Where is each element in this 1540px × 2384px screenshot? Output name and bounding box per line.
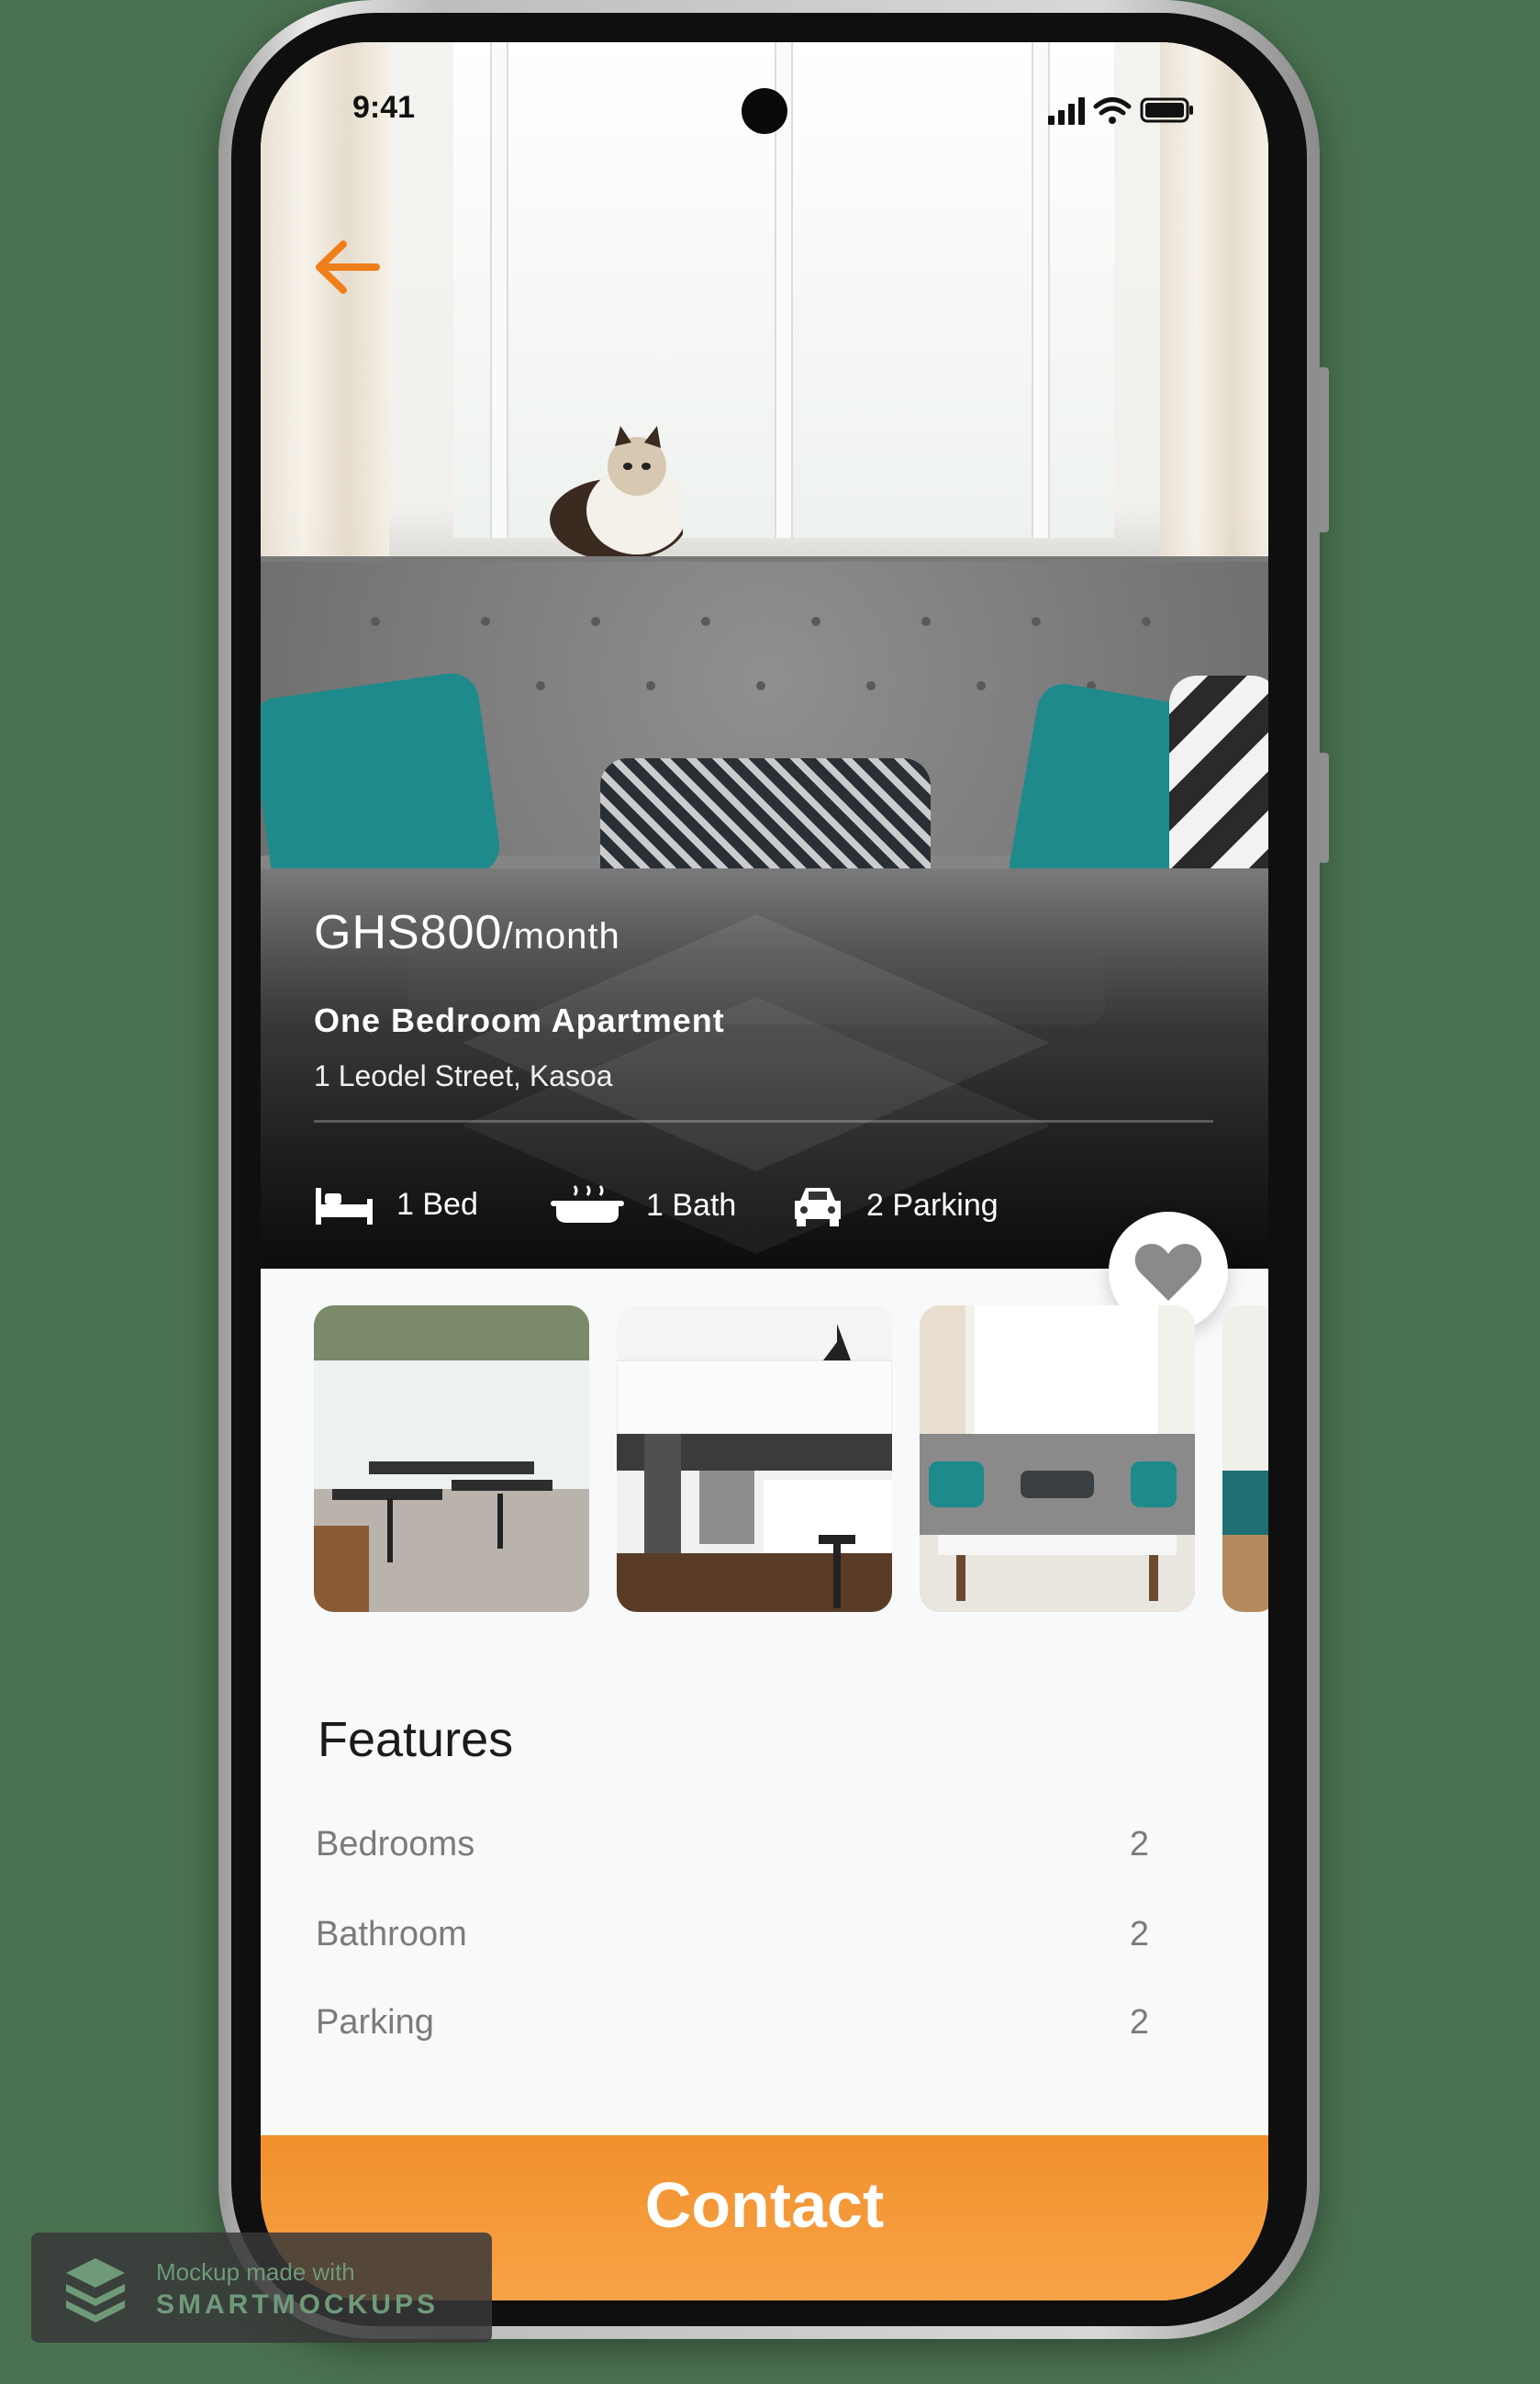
thumbnail-living-room-partial[interactable] (1222, 1305, 1268, 1612)
layers-logo-icon (66, 2258, 125, 2322)
listing-title: One Bedroom Apartment (314, 1002, 725, 1039)
back-arrow-icon[interactable] (307, 226, 389, 308)
cat-image (550, 426, 683, 556)
feature-label: Bathroom (316, 1915, 467, 1953)
bed-icon (316, 1188, 373, 1225)
amenity-parking: 2 Parking (791, 1182, 999, 1228)
feature-row-parking: Parking 2 (314, 2003, 1149, 2058)
battery-icon (1140, 97, 1193, 123)
badge-line2: SMARTMOCKUPS (156, 2289, 439, 2320)
signal-icon (1048, 97, 1085, 125)
status-bar: 9:41 (261, 42, 1268, 134)
feature-row-bedrooms: Bedrooms 2 (314, 1825, 1149, 1880)
thumbnail-kitchen[interactable] (617, 1305, 892, 1612)
front-camera (742, 88, 787, 134)
feature-row-bathroom: Bathroom 2 (314, 1915, 1149, 1970)
car-icon (795, 1188, 841, 1226)
thumbnail-dining-room[interactable] (314, 1305, 589, 1612)
divider (314, 1120, 1213, 1123)
feature-label: Bedrooms (316, 1825, 475, 1864)
feature-value: 2 (1129, 1825, 1149, 1864)
amenity-label: 2 Parking (866, 1187, 999, 1223)
price-amount: GHS800 (314, 906, 503, 959)
bathtub-icon (551, 1185, 624, 1223)
thumbnail-living-room[interactable] (920, 1305, 1195, 1612)
pillow-teal-left (261, 669, 504, 902)
app-screen: 9:41 GHS800/month One Bedroom Apartment … (261, 42, 1268, 2300)
listing-price: GHS800/month (314, 905, 620, 960)
volume-button (1318, 367, 1329, 532)
amenity-label: 1 Bath (646, 1187, 737, 1223)
phone-frame: 9:41 GHS800/month One Bedroom Apartment … (218, 0, 1329, 2339)
status-time: 9:41 (352, 90, 416, 125)
amenity-baths: 1 Bath (551, 1182, 736, 1228)
photo-gallery (314, 1305, 1268, 1617)
amenity-label: 1 Bed (396, 1186, 478, 1222)
amenity-beds: 1 Bed (314, 1182, 478, 1226)
features-heading: Features (318, 1712, 514, 1767)
price-unit: /month (502, 916, 620, 957)
wifi-icon (1093, 97, 1132, 116)
status-icons (1048, 97, 1193, 125)
badge-line1: Mockup made with (156, 2258, 355, 2286)
listing-address: 1 Leodel Street, Kasoa (314, 1059, 613, 1092)
smartmockups-badge: Mockup made with SMARTMOCKUPS (31, 2233, 492, 2343)
feature-value: 2 (1129, 1915, 1149, 1953)
feature-label: Parking (316, 2003, 434, 2042)
heart-icon (1134, 1244, 1202, 1301)
feature-value: 2 (1129, 2003, 1149, 2042)
power-button (1318, 753, 1329, 863)
